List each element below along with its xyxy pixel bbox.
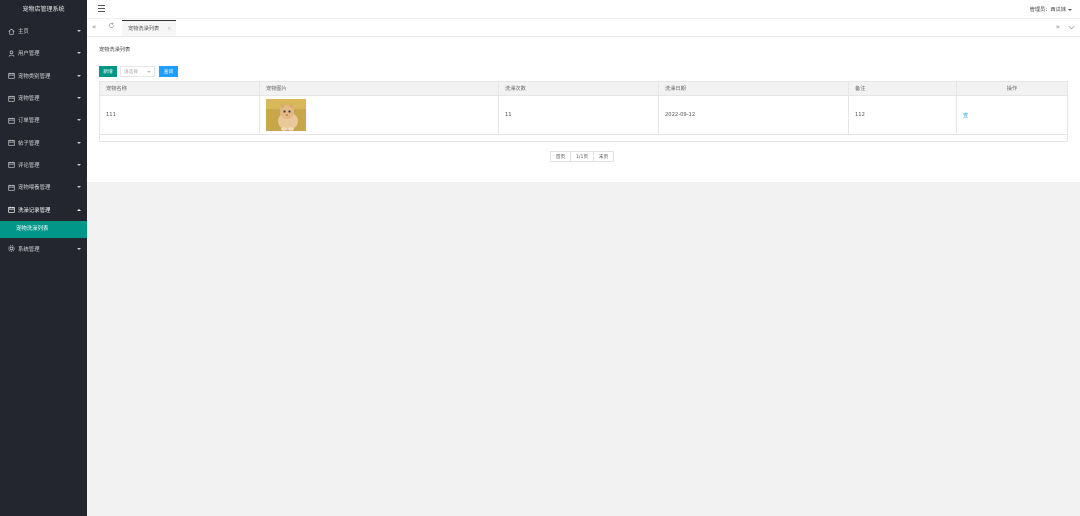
calendar-icon bbox=[7, 72, 15, 80]
top-header: 管理员：西瓜妹 bbox=[87, 0, 1080, 19]
last-page-button[interactable]: 末页 bbox=[593, 151, 614, 162]
caret-down-icon bbox=[147, 71, 151, 73]
admin-menu[interactable]: 管理员：西瓜妹 bbox=[1030, 6, 1072, 13]
pet-select[interactable]: 请选择 bbox=[120, 66, 155, 77]
search-button[interactable]: 查询 bbox=[159, 66, 178, 77]
note-cell: 112 bbox=[848, 95, 957, 135]
column-header: 洗澡次数 bbox=[498, 81, 659, 96]
sidebar-submenu: 宠物洗澡列表 bbox=[0, 220, 87, 238]
chevron-down-icon bbox=[77, 97, 81, 100]
sidebar-item-label: 宠物喂養管理 bbox=[18, 185, 51, 192]
chevron-down-icon[interactable] bbox=[1068, 24, 1075, 32]
sidebar-item-orders[interactable]: 订单管理 bbox=[0, 109, 87, 131]
sidebar-item-pets[interactable]: 宠物管理 bbox=[0, 87, 87, 109]
sidebar-item-label: 宠物管理 bbox=[18, 96, 40, 103]
admin-label: 管理员：西瓜妹 bbox=[1029, 7, 1066, 13]
column-header: 宠物图片 bbox=[259, 81, 499, 96]
page-indicator: 1/1页 bbox=[570, 151, 594, 162]
table-footer bbox=[99, 134, 1068, 142]
select-placeholder: 请选择 bbox=[124, 69, 138, 75]
gear-icon bbox=[7, 245, 15, 253]
sidebar-item-label: 订单管理 bbox=[18, 118, 40, 125]
tabs-scroll-right-icon[interactable]: » bbox=[1056, 23, 1060, 31]
add-button[interactable]: 新增 bbox=[99, 66, 117, 77]
sidebar-item-bath-records[interactable]: 洗澡记录管理 bbox=[0, 198, 87, 220]
sidebar: 宠物店管理系统 主页 用户管理 宠物类别管理 宠物管理 订单管理 帖子管理 评论… bbox=[0, 0, 87, 516]
sidebar-item-label: 帖子管理 bbox=[18, 140, 40, 147]
calendar-icon bbox=[7, 183, 15, 191]
column-header: 宠物名称 bbox=[99, 81, 260, 96]
sidebar-item-label: 系统管理 bbox=[18, 246, 40, 253]
home-icon bbox=[7, 27, 15, 35]
sidebar-item-posts[interactable]: 帖子管理 bbox=[0, 131, 87, 153]
calendar-icon bbox=[7, 161, 15, 169]
calendar-icon bbox=[7, 116, 15, 124]
tab-bath-list[interactable]: 宠物洗澡列表 × bbox=[122, 20, 176, 36]
sidebar-item-home[interactable]: 主页 bbox=[0, 20, 87, 42]
sidebar-item-comments[interactable]: 评论管理 bbox=[0, 154, 87, 176]
chevron-down-icon bbox=[77, 163, 81, 166]
first-page-button[interactable]: 首页 bbox=[550, 151, 571, 162]
sidebar-item-label: 主页 bbox=[18, 29, 29, 36]
content-card: 宠物洗澡列表 新增 请选择 查询 宠物名称 宠物图片 洗澡次数 洗澡日期 备注 … bbox=[87, 37, 1080, 182]
chevron-down-icon bbox=[77, 141, 81, 144]
table-header-row: 宠物名称 宠物图片 洗澡次数 洗澡日期 备注 操作 bbox=[99, 81, 1068, 96]
column-header: 洗澡日期 bbox=[658, 81, 849, 96]
bath-date-cell: 2022-09-12 bbox=[658, 95, 849, 135]
chevron-down-icon bbox=[77, 119, 81, 122]
calendar-icon bbox=[7, 139, 15, 147]
pagination: 首页 1/1页 末页 bbox=[550, 151, 614, 162]
calendar-icon bbox=[7, 94, 15, 102]
sidebar-item-label: 评论管理 bbox=[18, 162, 40, 169]
tab-bar: « 宠物洗澡列表 × » bbox=[87, 19, 1080, 37]
chevron-down-icon bbox=[77, 74, 81, 77]
action-cell: 查 bbox=[956, 95, 1068, 135]
pet-image-cell bbox=[259, 95, 499, 135]
sidebar-item-pet-category[interactable]: 宠物类别管理 bbox=[0, 65, 87, 87]
column-header: 操作 bbox=[956, 81, 1068, 96]
view-link[interactable]: 查 bbox=[963, 113, 968, 119]
sidebar-item-label: 用户管理 bbox=[18, 51, 40, 58]
pet-name-cell: 111 bbox=[99, 95, 260, 135]
column-header: 备注 bbox=[848, 81, 957, 96]
sidebar-subitem-bath-list[interactable]: 宠物洗澡列表 bbox=[0, 220, 87, 238]
chevron-down-icon bbox=[77, 52, 81, 55]
pet-image bbox=[266, 99, 306, 131]
caret-down-icon bbox=[1068, 8, 1072, 11]
table-row: 111 11 2022-09-12 112 查 bbox=[99, 95, 1068, 135]
user-icon bbox=[7, 49, 15, 57]
menu-toggle-icon[interactable] bbox=[98, 5, 105, 13]
tab-label: 宠物洗澡列表 bbox=[128, 26, 160, 32]
chevron-down-icon bbox=[77, 186, 81, 189]
breadcrumb: 宠物洗澡列表 bbox=[99, 47, 131, 53]
chevron-up-icon bbox=[77, 208, 81, 211]
bath-count-cell: 11 bbox=[498, 95, 659, 135]
tabs-scroll-left-icon[interactable]: « bbox=[92, 23, 96, 31]
chevron-down-icon bbox=[77, 30, 81, 33]
sidebar-item-label: 宠物类别管理 bbox=[18, 73, 51, 80]
bath-records-table: 宠物名称 宠物图片 洗澡次数 洗澡日期 备注 操作 111 11 2022-09… bbox=[99, 81, 1068, 142]
sidebar-item-feeding[interactable]: 宠物喂養管理 bbox=[0, 176, 87, 198]
calendar-icon bbox=[7, 206, 15, 214]
sidebar-item-system[interactable]: 系统管理 bbox=[0, 238, 87, 260]
chevron-down-icon bbox=[77, 247, 81, 250]
table-footer-row bbox=[99, 134, 1068, 142]
sidebar-item-users[interactable]: 用户管理 bbox=[0, 42, 87, 64]
sidebar-item-label: 洗澡记录管理 bbox=[18, 207, 51, 214]
app-title: 宠物店管理系统 bbox=[22, 6, 65, 13]
close-icon[interactable]: × bbox=[167, 26, 171, 32]
refresh-icon[interactable] bbox=[108, 22, 115, 31]
